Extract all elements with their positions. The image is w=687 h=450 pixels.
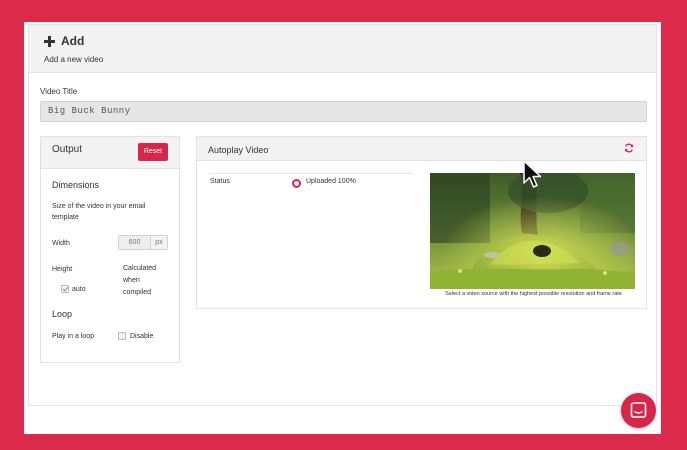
width-unit: px: [150, 236, 167, 249]
width-field[interactable]: 600 px: [118, 235, 168, 250]
page-subtitle: Add a new video: [44, 55, 104, 64]
width-input[interactable]: 600: [119, 236, 150, 249]
autoplay-title: Autoplay Video: [208, 145, 269, 155]
page-container: Add Add a new video Video Title Big Buck…: [24, 22, 661, 434]
auto-label: auto: [72, 286, 86, 293]
video-title-label: Video Title: [40, 87, 78, 96]
output-panel: Output Reset Dimensions Size of the vide…: [40, 136, 180, 363]
height-calculated-line1: Calculated: [123, 265, 157, 272]
loop-title: Loop: [52, 309, 73, 319]
video-caption: Select a video source with the highest p…: [445, 291, 622, 297]
output-title: Output: [52, 144, 83, 155]
status-row: Status Uploaded 100%: [209, 173, 412, 188]
height-label: Height: [52, 266, 73, 273]
auto-checkbox[interactable]: [61, 285, 69, 293]
page-title: Add: [61, 34, 85, 48]
reset-button[interactable]: Reset: [138, 143, 168, 161]
chat-bubble-icon: [630, 402, 647, 418]
height-calculated-line3: compiled: [123, 289, 152, 296]
refresh-icon[interactable]: [624, 143, 634, 153]
video-title-input[interactable]: Big Buck Bunny: [40, 101, 647, 122]
output-header: Output Reset: [41, 137, 179, 169]
disable-loop-label: Disable: [130, 333, 154, 340]
mouse-cursor-icon: [523, 160, 542, 188]
card-header: Add Add a new video: [29, 25, 656, 73]
upload-status-icon: [292, 179, 301, 188]
dimensions-description-line1: Size of the video in your email: [52, 203, 146, 210]
autoplay-header: Autoplay Video: [197, 137, 646, 161]
chat-button[interactable]: [621, 393, 656, 428]
status-value: Uploaded 100%: [306, 178, 356, 185]
width-label: Width: [52, 240, 70, 247]
disable-loop-checkbox[interactable]: [118, 332, 126, 340]
plus-icon: [44, 35, 55, 47]
autoplay-video-panel: Autoplay Video Status Uploaded 100% Sele…: [196, 136, 647, 309]
dimensions-description-line2: template: [52, 214, 79, 221]
loop-label: Play in a loop: [52, 333, 95, 340]
height-calculated-line2: when: [123, 277, 140, 284]
add-video-card: Add Add a new video Video Title Big Buck…: [28, 24, 657, 406]
status-label: Status: [210, 178, 230, 185]
dimensions-title: Dimensions: [52, 180, 100, 190]
